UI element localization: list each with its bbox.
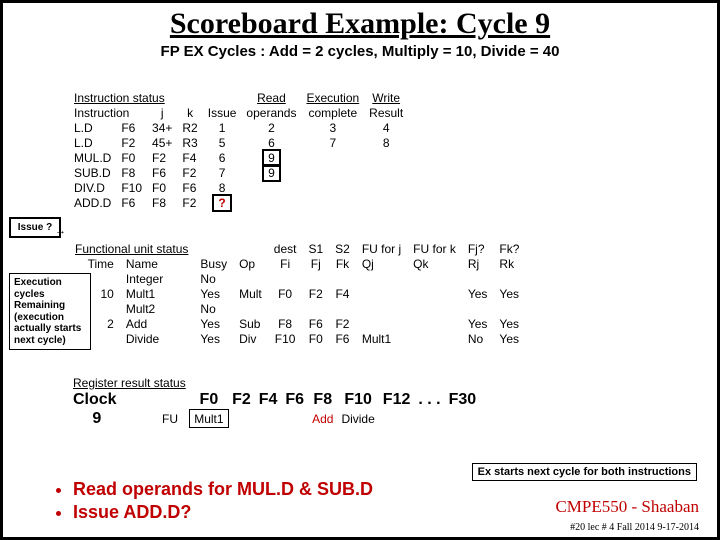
bullet-item: Read operands for MUL.D & SUB.D bbox=[73, 479, 373, 500]
table-row: L.DF245+R35678 bbox=[69, 135, 408, 150]
bullet-item: Issue ADD.D? bbox=[73, 502, 373, 523]
instruction-status-table: Instruction status Read Execution Write … bbox=[69, 90, 408, 210]
register-result-table: Register result status Clock F0F2F4 F6F8… bbox=[69, 375, 480, 428]
course-footer: CMPE550 - Shaaban bbox=[555, 497, 699, 517]
issue-question-box: Issue ? bbox=[9, 217, 61, 238]
bullet-list: Read operands for MUL.D & SUB.D Issue AD… bbox=[33, 479, 373, 525]
table-row: Mult2No bbox=[69, 301, 525, 316]
table-row: MUL.DF0F2F469 bbox=[69, 150, 408, 165]
table-row: DIV.DF10F0F68 bbox=[69, 180, 408, 195]
functional-unit-status-table: Functional unit statusdestS1S2FU for jFU… bbox=[69, 241, 525, 346]
table-row: 10Mult1YesMultF0F2F4YesYes bbox=[69, 286, 525, 301]
table-row: 2AddYesSubF8F6F2YesYes bbox=[69, 316, 525, 331]
istat-heading: Instruction status bbox=[69, 90, 203, 105]
table-row: IntegerNo bbox=[69, 271, 525, 286]
lecture-footer: #20 lec # 4 Fall 2014 9-17-2014 bbox=[570, 522, 699, 533]
table-row: SUB.DF8F6F279 bbox=[69, 165, 408, 180]
table-row: ADD.DF6F8F2? bbox=[69, 195, 408, 210]
slide-subtitle: FP EX Cycles : Add = 2 cycles, Multiply … bbox=[3, 43, 717, 60]
arrow-right-icon: → bbox=[55, 225, 66, 237]
slide-title: Scoreboard Example: Cycle 9 bbox=[3, 7, 717, 41]
table-row: L.DF634+R21234 bbox=[69, 120, 408, 135]
ex-starts-note: Ex starts next cycle for both instructio… bbox=[472, 463, 697, 481]
table-row: DivideYesDivF10F0F6Mult1NoYes bbox=[69, 331, 525, 346]
